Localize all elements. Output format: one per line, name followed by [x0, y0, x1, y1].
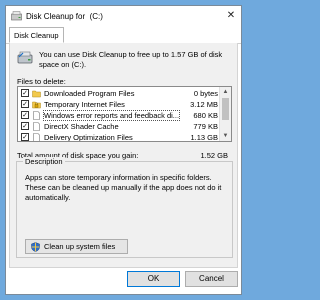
clean-up-system-files-label: Clean up system files — [44, 242, 116, 251]
tab-disk-cleanup[interactable]: Disk Cleanup — [9, 27, 64, 43]
file-size: 779 KB — [193, 122, 218, 131]
folder-icon — [32, 90, 41, 98]
list-scrollbar[interactable]: ▲ ▼ — [219, 87, 231, 141]
description-text: Apps can store temporary information in … — [25, 173, 222, 202]
file-name: Windows error reports and feedback di... — [42, 110, 181, 121]
checkbox[interactable]: ✓ — [21, 122, 29, 130]
file-size: 1.13 GB — [190, 133, 218, 142]
total-space-value: 1.52 GB — [200, 151, 228, 160]
checkbox[interactable]: ✓ — [21, 100, 29, 108]
file-size: 680 KB — [193, 111, 218, 120]
document-icon — [33, 133, 40, 141]
scroll-down-arrow-icon[interactable]: ▼ — [220, 131, 231, 141]
clean-up-system-files-button[interactable]: Clean up system files — [25, 239, 128, 254]
window-title: Disk Cleanup for (C:) — [26, 12, 103, 21]
checkbox[interactable]: ✓ — [21, 133, 29, 141]
file-name: Temporary Internet Files — [44, 100, 125, 109]
scroll-up-arrow-icon[interactable]: ▲ — [220, 87, 231, 97]
drive-icon — [17, 51, 33, 64]
checkbox[interactable]: ✓ — [21, 89, 29, 97]
list-item[interactable]: ✓ Temporary Internet Files 3.12 MB — [18, 99, 221, 110]
ok-button[interactable]: OK — [127, 271, 180, 287]
list-item[interactable]: ✓ Delivery Optimization Files 1.13 GB — [18, 132, 221, 142]
disk-cleanup-panel: You can use Disk Cleanup to free up to 1… — [9, 43, 238, 268]
intro-text: You can use Disk Cleanup to free up to 1… — [39, 50, 223, 69]
lock-folder-icon — [32, 101, 41, 109]
file-size: 0 bytes — [193, 89, 218, 98]
file-size: 3.12 MB — [190, 100, 218, 109]
file-name: Downloaded Program Files — [44, 89, 135, 98]
files-list[interactable]: ✓ Downloaded Program Files 0 bytes ✓ Tem… — [17, 86, 232, 142]
list-item[interactable]: ✓ DirectX Shader Cache 779 KB — [18, 121, 221, 132]
document-icon — [33, 111, 40, 120]
cancel-button[interactable]: Cancel — [185, 271, 238, 287]
file-name: Delivery Optimization Files — [44, 133, 133, 142]
description-title: Description — [23, 157, 65, 166]
title-bar: Disk Cleanup for (C:) ✕ — [6, 6, 241, 26]
file-name: DirectX Shader Cache — [44, 122, 119, 131]
disk-cleanup-window: Disk Cleanup for (C:) ✕ Disk Cleanup You… — [5, 5, 242, 295]
list-item[interactable]: ✓ Downloaded Program Files 0 bytes — [18, 88, 221, 99]
scroll-thumb[interactable] — [222, 98, 229, 120]
files-to-delete-label: Files to delete: — [17, 77, 66, 86]
checkbox[interactable]: ✓ — [21, 111, 29, 119]
uac-shield-icon — [31, 241, 40, 252]
description-group: Description Apps can store temporary inf… — [16, 157, 233, 258]
document-icon — [33, 122, 40, 131]
disk-cleanup-app-icon — [11, 11, 22, 21]
close-button[interactable]: ✕ — [225, 10, 237, 22]
list-item[interactable]: ✓ Windows error reports and feedback di.… — [18, 110, 221, 121]
tab-strip: Disk Cleanup — [6, 26, 241, 44]
